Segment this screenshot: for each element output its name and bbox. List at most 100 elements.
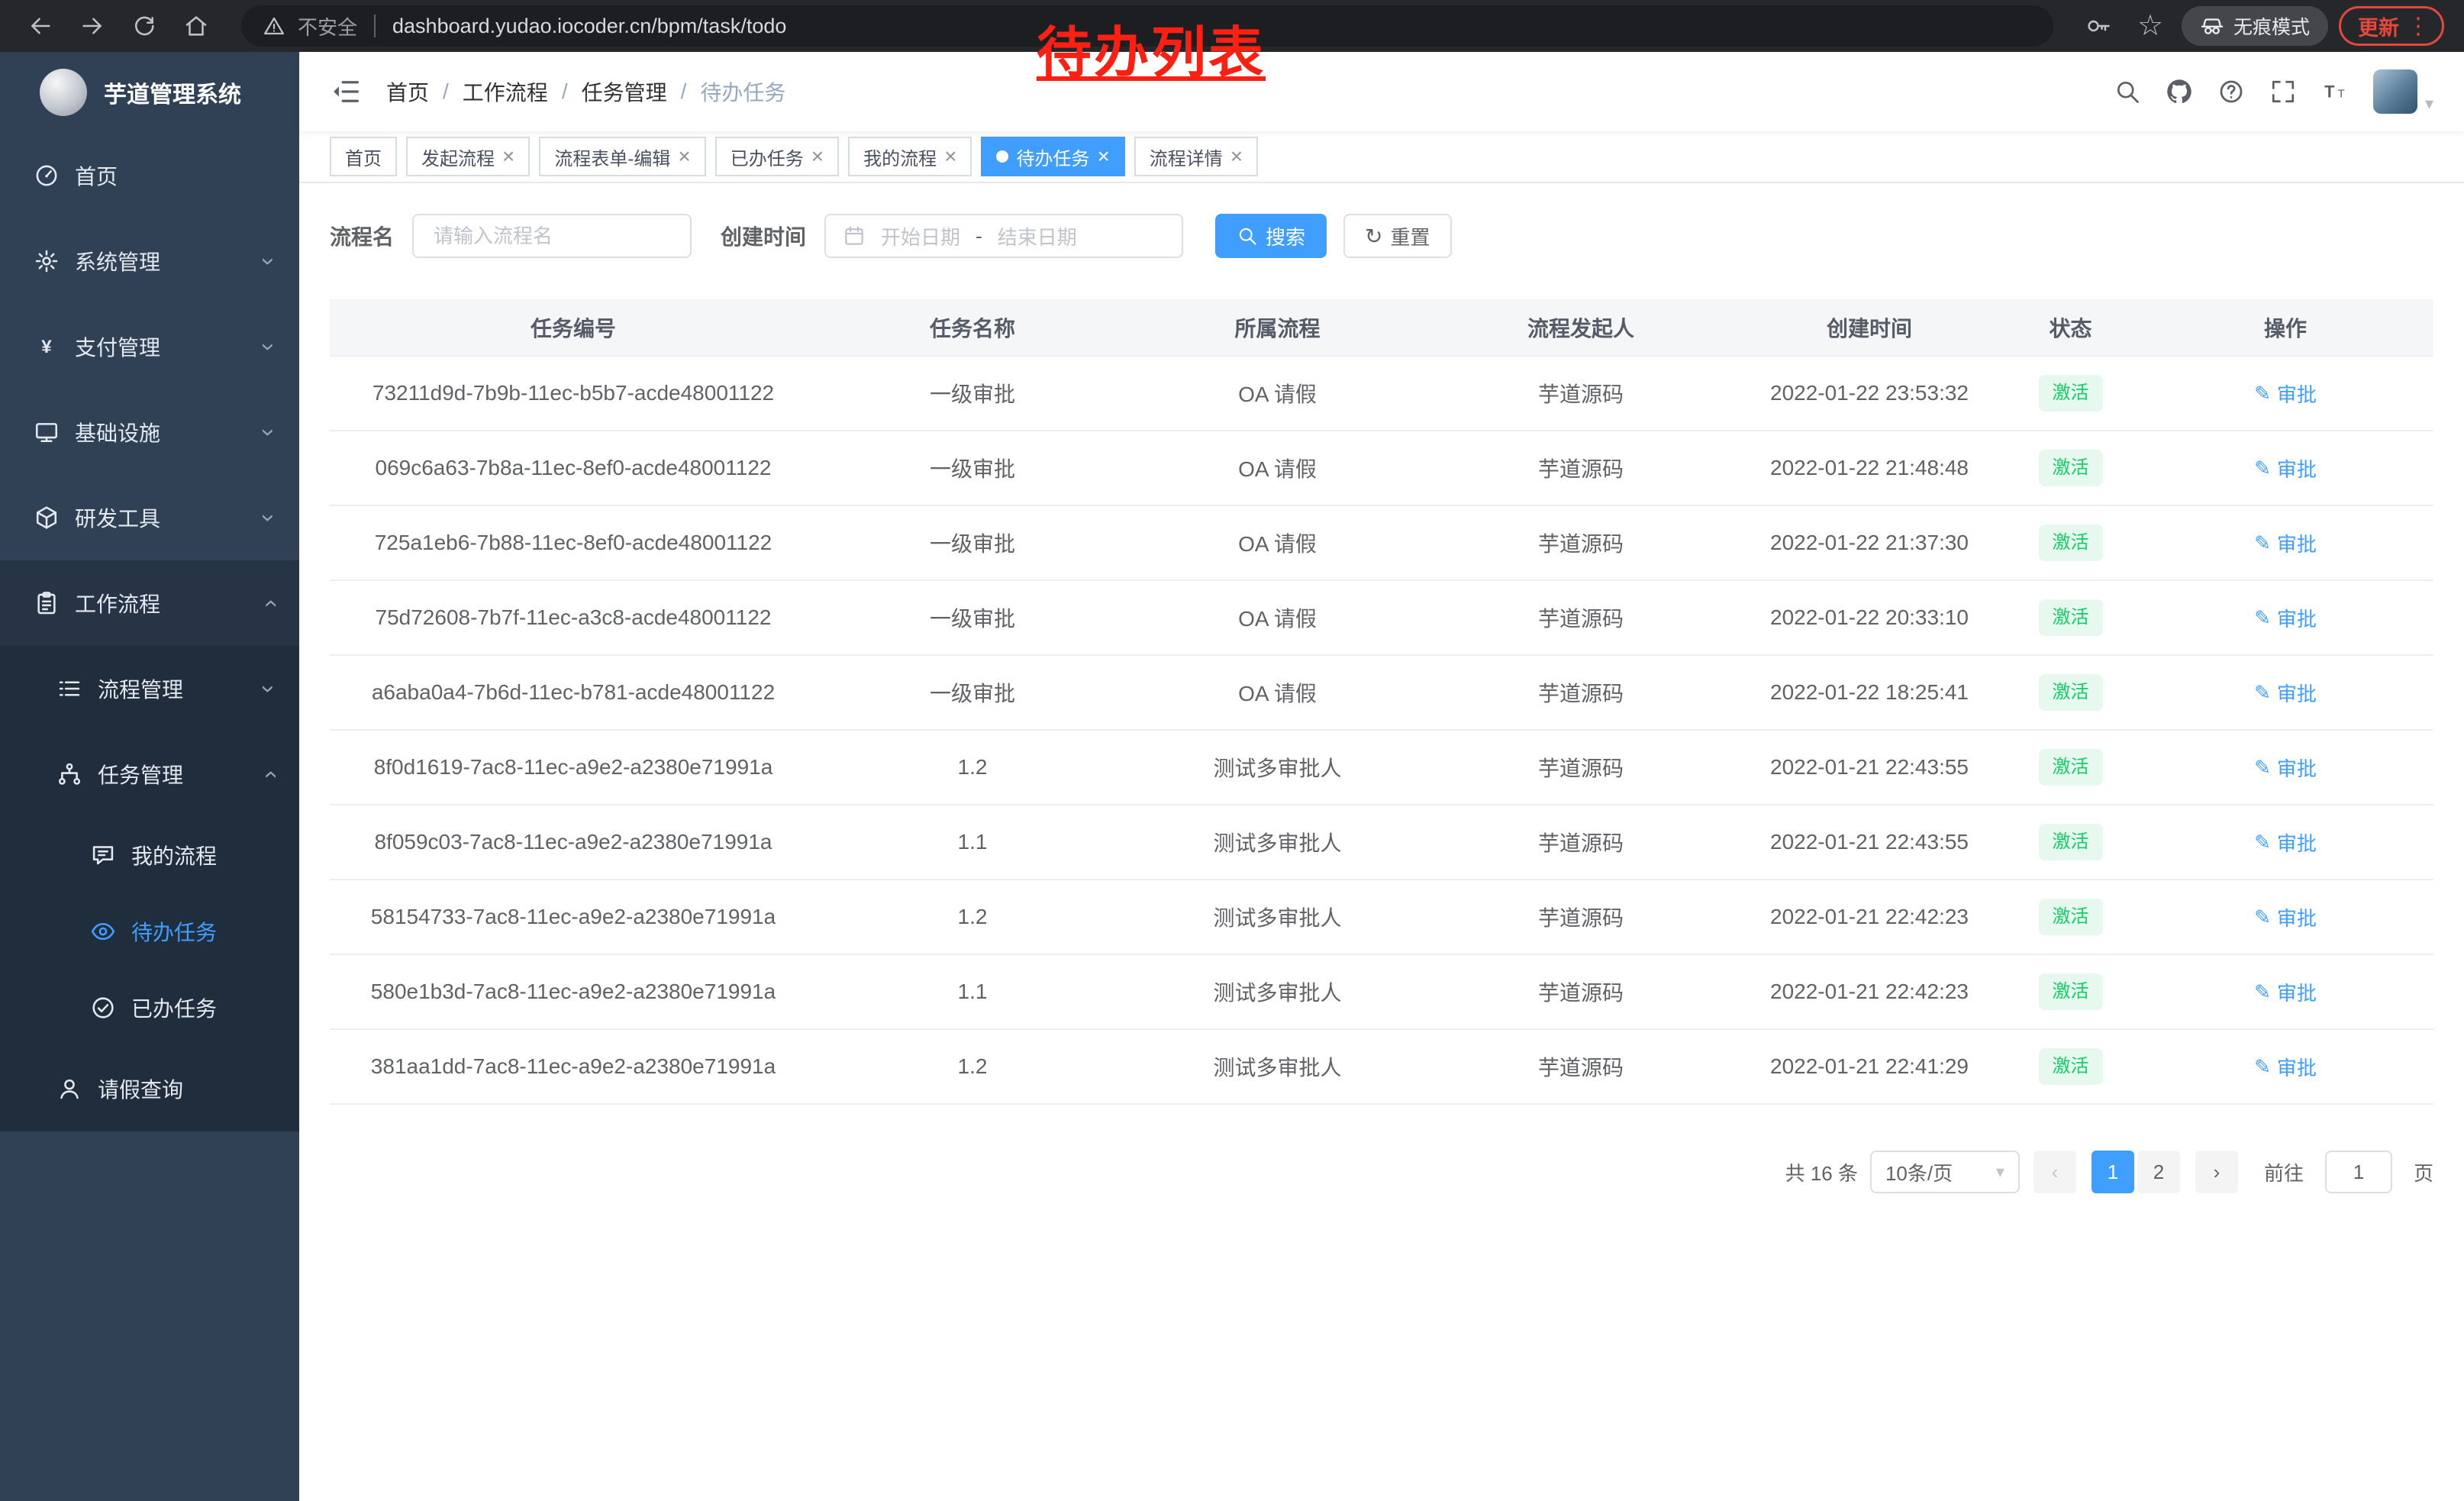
sidebar-item-system-management[interactable]: 系统管理› [0, 218, 299, 304]
home-icon[interactable] [176, 5, 217, 47]
sidebar-item-task-management[interactable]: 任务管理› [0, 731, 299, 817]
tab-待办任务[interactable]: 待办任务× [981, 137, 1124, 176]
page-size-select[interactable]: 10条/页 ▾ [1870, 1151, 2020, 1193]
approve-link[interactable]: ✎审批 [2254, 604, 2317, 632]
close-tab-icon[interactable]: × [502, 146, 514, 167]
approve-link[interactable]: ✎审批 [2254, 379, 2317, 408]
status-badge: 激活 [2039, 450, 2103, 486]
sidebar-item-label: 工作流程 [75, 588, 160, 618]
approve-link[interactable]: ✎审批 [2254, 754, 2317, 782]
reset-button[interactable]: ↻ 重置 [1343, 214, 1451, 258]
page-button[interactable]: 2 [2137, 1151, 2180, 1193]
close-tab-icon[interactable]: × [1097, 146, 1109, 167]
initiator-cell: 芋道源码 [1427, 580, 1735, 655]
table-column-header: 操作 [2137, 299, 2433, 356]
tab-流程详情[interactable]: 流程详情× [1134, 137, 1258, 176]
goto-page-input[interactable] [2325, 1151, 2392, 1193]
breadcrumb-separator: / [443, 79, 449, 104]
bookmark-star-icon[interactable]: ☆ [2130, 5, 2171, 47]
create-time-label: 创建时间 [721, 221, 806, 251]
approve-link[interactable]: ✎审批 [2254, 828, 2317, 857]
close-tab-icon[interactable]: × [944, 146, 956, 167]
active-tab-dot [996, 150, 1008, 163]
approve-link[interactable]: ✎审批 [2254, 1053, 2317, 1081]
approve-link[interactable]: ✎审批 [2254, 529, 2317, 557]
approve-link[interactable]: ✎审批 [2254, 978, 2317, 1006]
chevron-down-icon: › [255, 257, 283, 266]
sidebar-item-label: 研发工具 [75, 502, 160, 533]
sidebar-item-leave-query[interactable]: 请假查询 [0, 1046, 299, 1131]
logo-row[interactable]: 芋道管理系统 [0, 52, 299, 133]
breadcrumb-item[interactable]: 工作流程 [463, 76, 548, 107]
approve-link[interactable]: ✎审批 [2254, 454, 2317, 483]
edit-icon: ✎ [2254, 756, 2271, 780]
task-id-cell: 58154733-7ac8-11ec-a9e2-a2380e71991a [330, 880, 817, 954]
close-tab-icon[interactable]: × [678, 146, 690, 167]
sidebar-item-workflow[interactable]: 工作流程› [0, 560, 299, 646]
user-menu[interactable]: ▾ [2373, 69, 2433, 114]
created-time-cell: 2022-01-21 22:43:55 [1735, 805, 2004, 880]
status-badge: 激活 [2039, 375, 2103, 411]
initiator-cell: 芋道源码 [1427, 880, 1735, 954]
sidebar-item-payment-management[interactable]: ¥支付管理› [0, 304, 299, 389]
search-button[interactable]: 搜索 [1215, 214, 1327, 258]
svg-text:T: T [2324, 82, 2335, 102]
sidebar-item-done-task[interactable]: 已办任务 [0, 970, 299, 1046]
back-icon[interactable] [20, 5, 61, 47]
process-cell: 测试多审批人 [1128, 1029, 1427, 1104]
range-separator: - [976, 224, 982, 248]
search-icon[interactable] [2114, 78, 2141, 105]
key-icon[interactable] [2078, 5, 2119, 47]
sidebar-item-infrastructure[interactable]: 基础设施› [0, 389, 299, 475]
avatar[interactable] [2373, 69, 2417, 114]
eye-icon [90, 918, 116, 944]
prev-page-button[interactable]: ‹ [2033, 1151, 2076, 1193]
help-icon[interactable] [2217, 78, 2245, 105]
task-name-cell: 一级审批 [817, 431, 1128, 505]
sidebar-item-my-process[interactable]: 我的流程 [0, 817, 299, 893]
tab-发起流程[interactable]: 发起流程× [406, 137, 530, 176]
fullscreen-icon[interactable] [2269, 78, 2297, 105]
date-range-picker[interactable]: 开始日期 - 结束日期 [824, 214, 1183, 258]
created-time-cell: 2022-01-22 20:33:10 [1735, 580, 2004, 655]
approve-link[interactable]: ✎审批 [2254, 903, 2317, 931]
refresh-icon: ↻ [1365, 224, 1382, 249]
reload-icon[interactable] [124, 5, 165, 47]
created-time-cell: 2022-01-21 22:41:29 [1735, 1029, 2004, 1104]
breadcrumb-item[interactable]: 首页 [386, 76, 429, 107]
table-column-header: 流程发起人 [1427, 299, 1735, 356]
close-tab-icon[interactable]: × [1230, 146, 1243, 167]
edit-icon: ✎ [2254, 980, 2271, 1004]
sidebar-item-home[interactable]: 首页 [0, 133, 299, 218]
task-name-cell: 1.2 [817, 880, 1128, 954]
github-icon[interactable] [2166, 78, 2193, 105]
tab-我的流程[interactable]: 我的流程× [848, 137, 972, 176]
sidebar-item-process-management[interactable]: 流程管理› [0, 646, 299, 731]
next-page-button[interactable]: › [2195, 1151, 2238, 1193]
process-name-input[interactable] [412, 214, 692, 258]
task-name-cell: 一级审批 [817, 655, 1128, 730]
address-bar[interactable]: 不安全 dashboard.yudao.iocoder.cn/bpm/task/… [241, 5, 2053, 47]
approve-link[interactable]: ✎审批 [2254, 679, 2317, 707]
breadcrumb-item[interactable]: 任务管理 [582, 76, 667, 107]
sidebar-fold-icon[interactable] [330, 73, 366, 110]
tab-首页[interactable]: 首页 [330, 137, 397, 176]
sidebar-item-dev-tools[interactable]: 研发工具› [0, 475, 299, 560]
chat-icon [90, 842, 116, 868]
update-button[interactable]: 更新 ⋮ [2339, 6, 2444, 46]
breadcrumb-separator: / [681, 79, 687, 104]
chevron-down-icon: › [255, 343, 283, 351]
tab-流程表单-编辑[interactable]: 流程表单-编辑× [539, 137, 705, 176]
sidebar-item-todo-task[interactable]: 待办任务 [0, 893, 299, 970]
forward-icon[interactable] [72, 5, 113, 47]
close-tab-icon[interactable]: × [811, 146, 824, 167]
status-badge: 激活 [2039, 599, 2103, 635]
page-button[interactable]: 1 [2091, 1151, 2134, 1193]
approve-label: 审批 [2277, 754, 2317, 782]
browser-menu-icon[interactable]: ⋮ [2407, 13, 2430, 40]
task-id-cell: 75d72608-7b7f-11ec-a3c8-acde48001122 [330, 580, 817, 655]
tab-已办任务[interactable]: 已办任务× [715, 137, 839, 176]
process-cell: 测试多审批人 [1128, 880, 1427, 954]
task-icon [56, 761, 82, 787]
font-size-icon[interactable]: TT [2321, 78, 2349, 105]
